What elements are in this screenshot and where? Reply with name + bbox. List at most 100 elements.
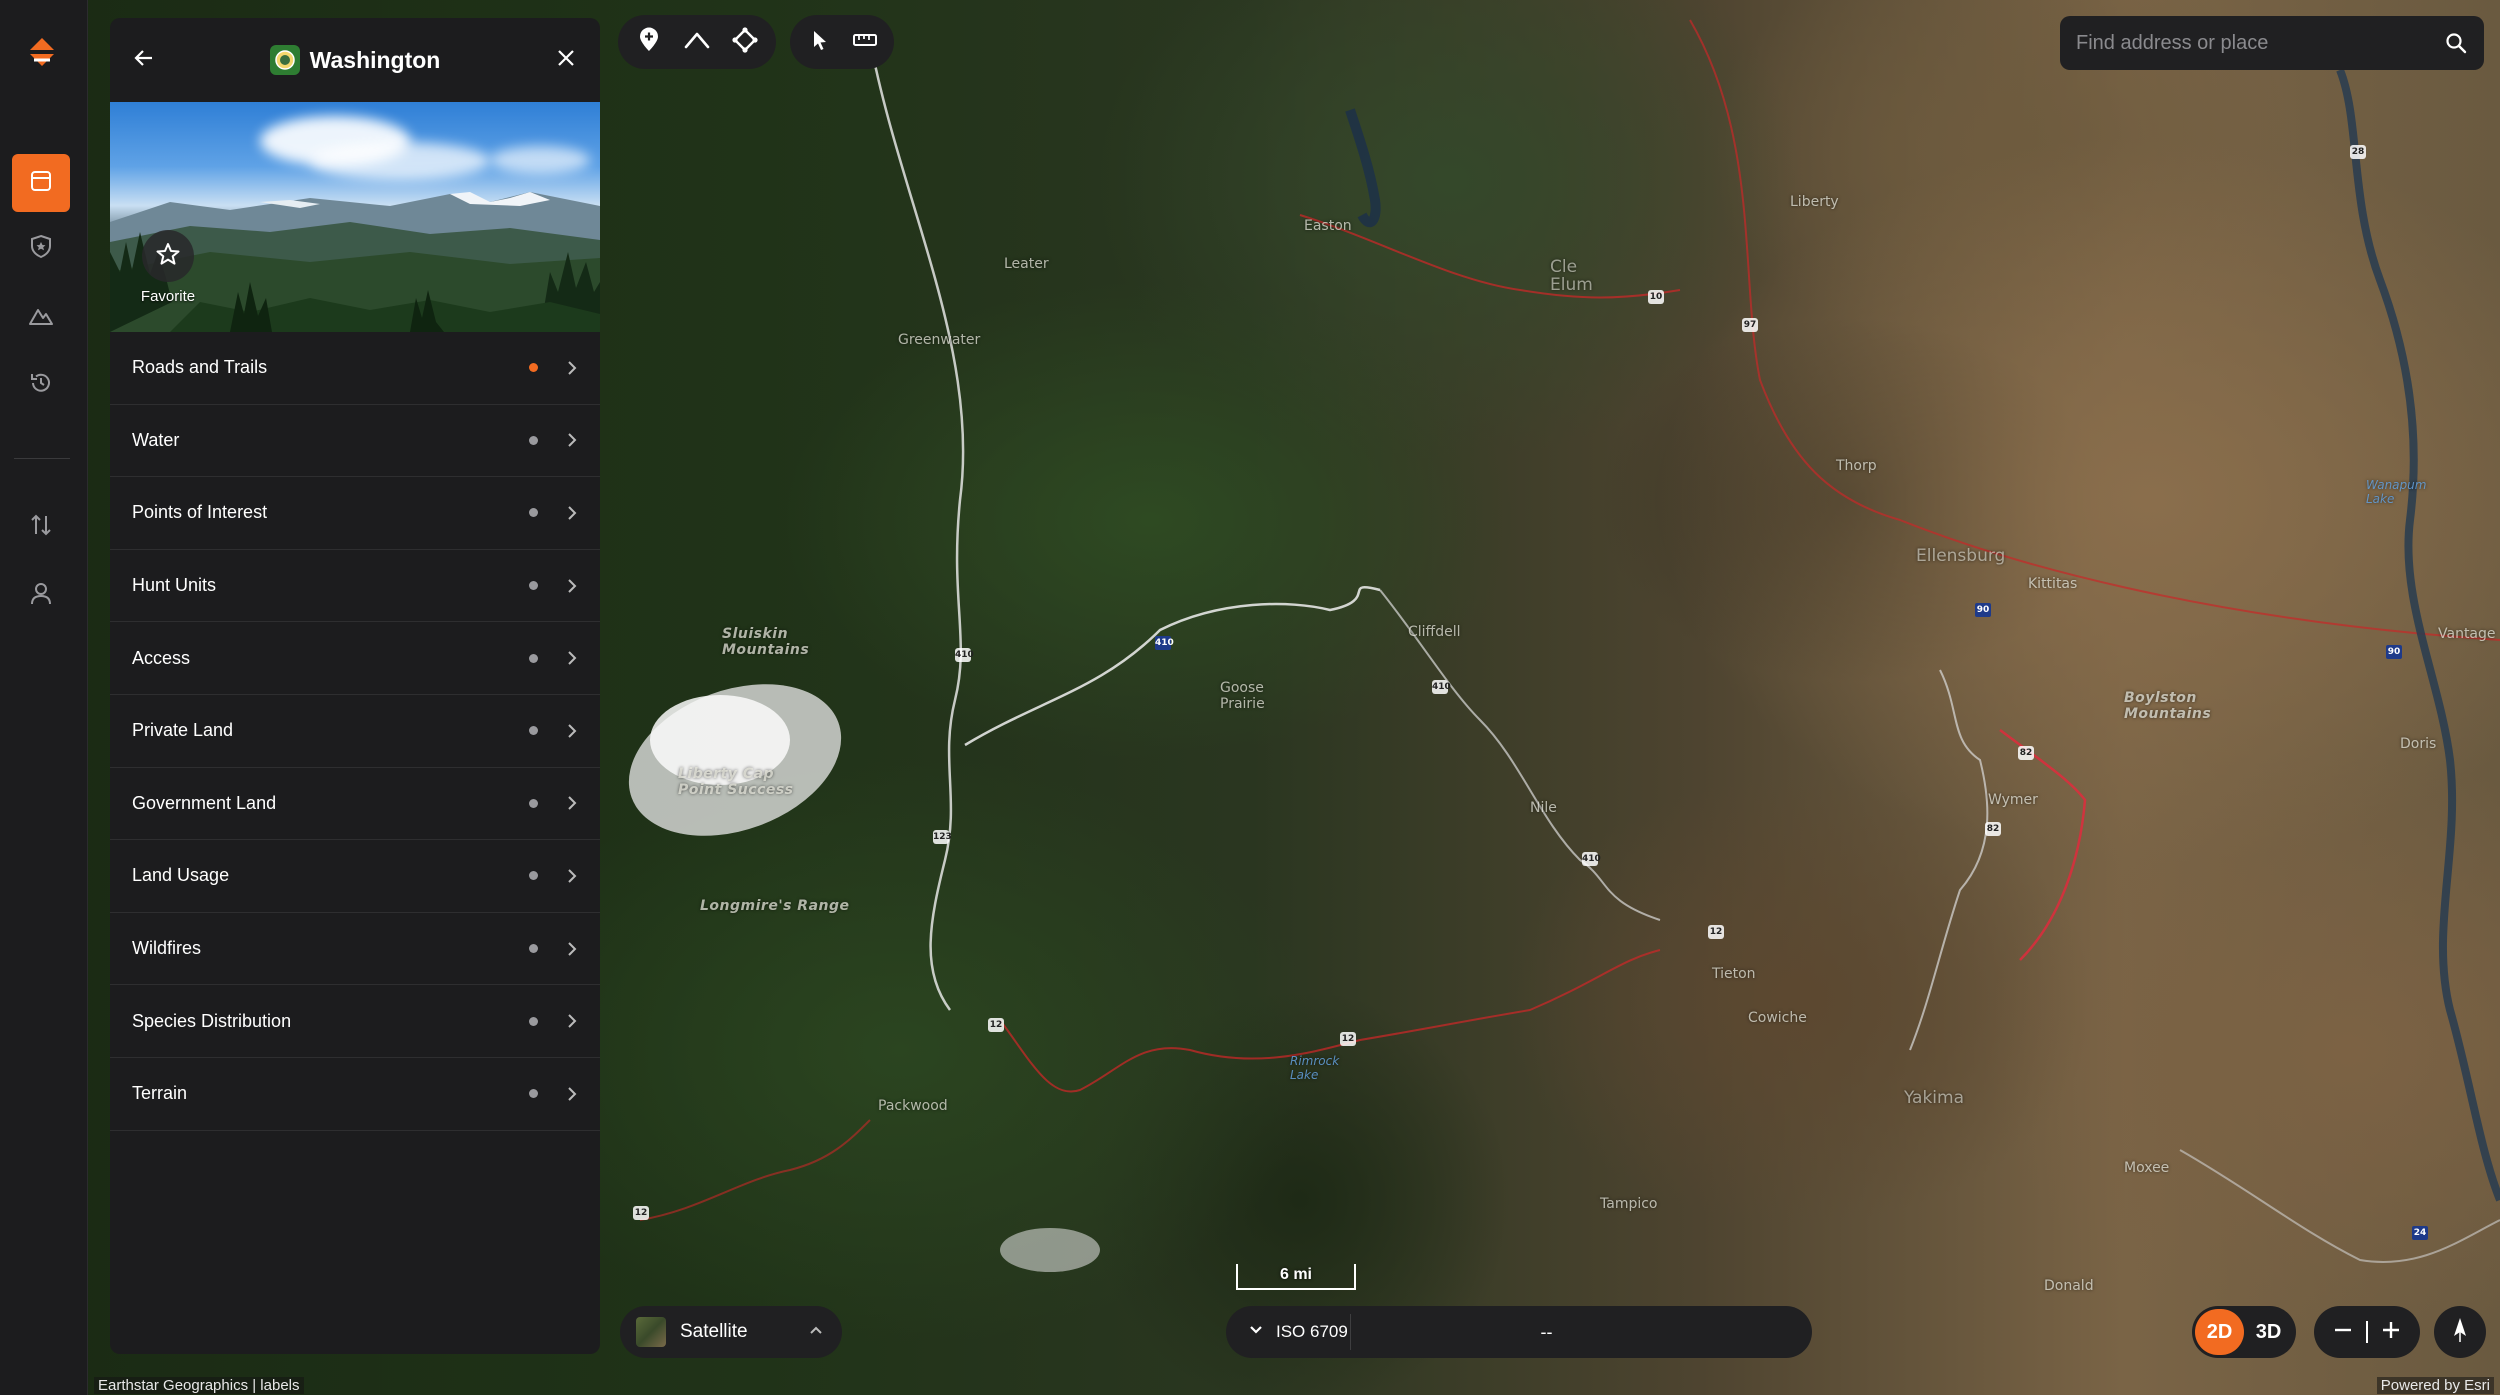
zoom-out-button[interactable] [2325,1314,2361,1350]
layers-icon [28,168,54,199]
layer-status-dot [529,871,538,881]
highway-shield: 12 [633,1206,649,1220]
layer-item-wildfires[interactable]: Wildfires [110,913,600,986]
layer-status-dot [529,1089,538,1099]
layer-item-terrain[interactable]: Terrain [110,1058,600,1131]
highway-shield: 82 [1985,822,2001,836]
chevron-right-icon [566,651,578,665]
map-label: Longmire's Range [700,898,850,914]
coordinate-format-toggle[interactable] [1236,1306,1276,1358]
map-label: Doris [2400,736,2437,752]
layer-item-access[interactable]: Access [110,622,600,695]
layer-label: Wildfires [132,938,202,959]
map-label: Cle Elum [1550,257,1593,295]
map-label: Cliffdell [1408,624,1461,640]
layer-item-points-of-interest[interactable]: Points of Interest [110,477,600,550]
layer-item-private-land[interactable]: Private Land [110,695,600,768]
hunt-nav-button[interactable] [12,219,70,277]
view-2d-button[interactable]: 2D [2195,1309,2244,1355]
layer-item-water[interactable]: Water [110,405,600,478]
chevron-right-icon [566,796,578,811]
highway-shield: 97 [1742,318,1758,332]
map-label: Moxee [2124,1160,2170,1176]
layer-item-roads-and-trails[interactable]: Roads and Trails [110,332,600,405]
layer-item-species-distribution[interactable]: Species Distribution [110,985,600,1058]
layer-label: Water [132,429,180,450]
draw-line-button[interactable] [676,20,718,64]
transfer-nav-button[interactable] [12,498,70,556]
history-nav-button[interactable] [12,356,70,414]
highway-shield: 12 [1708,925,1724,939]
map-label: Wanapum Lake [2366,478,2427,506]
layer-label: Species Distribution [132,1010,292,1031]
road-white [2179,1149,2500,1263]
terrain-nav-button[interactable] [12,288,70,346]
zoom-divider [2365,1321,2368,1343]
state-hero-image: Favorite [110,102,600,332]
layer-label: Access [132,647,191,668]
close-button[interactable] [546,40,586,80]
search-input[interactable] [2076,31,2442,55]
layer-item-government-land[interactable]: Government Land [110,768,600,841]
chevron-right-icon [566,433,578,448]
snow-patch [1000,1228,1100,1272]
add-waypoint-button[interactable] [628,20,670,64]
plus-icon [2380,1319,2402,1346]
chevron-down-icon [1248,1323,1264,1341]
arrow-left-icon [133,47,155,74]
road-red [1999,728,2087,961]
onx-logo-icon[interactable] [24,36,60,72]
layer-label: Land Usage [132,865,230,886]
scale-label: 6 mi [1279,1266,1312,1283]
shield-icon [28,233,54,264]
terrain-icon [28,302,54,333]
highway-shield: 12 [988,1018,1004,1032]
layer-item-land-usage[interactable]: Land Usage [110,840,600,913]
page-title: Washington [309,46,441,73]
map-label: Sluiskin Mountains [722,626,810,658]
profile-nav-button[interactable] [12,566,70,624]
left-rail [0,0,88,1395]
zoom-in-button[interactable] [2373,1314,2409,1350]
shape-tool-icon [731,26,759,59]
view-mode-toggle: 2D 3D [2192,1306,2296,1358]
road-white [868,39,965,1011]
highway-shield: 10 [1648,290,1664,304]
chevron-up-icon [808,1323,824,1341]
layer-status-dot [529,944,538,954]
select-tools-group [790,15,894,69]
layer-status-dot [529,363,538,373]
draw-shape-button[interactable] [724,20,766,64]
chevron-right-icon [566,1087,578,1101]
map-label: Thorp [1836,458,1877,474]
basemap-selector[interactable]: Satellite [620,1306,842,1358]
history-icon [28,370,54,401]
view-3d-button[interactable]: 3D [2244,1309,2293,1355]
layers-nav-button[interactable] [12,154,70,212]
chevron-right-icon [566,361,578,375]
search-icon[interactable] [2442,29,2470,57]
layer-label: Roads and Trails [132,357,268,378]
rail-divider [14,458,70,459]
back-button[interactable] [124,40,164,80]
search-bar [2060,16,2484,70]
map-label: Easton [1304,218,1352,234]
layer-status-dot [529,653,538,663]
powered-by-attribution: Powered by Esri [2376,1377,2494,1394]
highway-shield: 410 [1432,680,1451,694]
layer-item-hunt-units[interactable]: Hunt Units [110,550,600,623]
highway-shield: 123 [933,830,952,844]
highway-shield: 24 [2412,1226,2428,1240]
map-label: Greenwater [898,332,981,348]
layer-status-dot [529,435,538,445]
favorite-button[interactable] [142,230,194,282]
star-icon [155,241,181,272]
map-label: Yakima [1904,1088,1965,1108]
measure-button[interactable] [845,20,884,64]
coordinate-value: -- [1540,1321,1553,1342]
coordinate-readout: ISO 6709 -- [1226,1306,1812,1358]
compass-button[interactable] [2434,1306,2486,1358]
chevron-right-icon [566,506,578,520]
map-label: Goose Prairie [1220,680,1265,712]
select-button[interactable] [800,20,839,64]
